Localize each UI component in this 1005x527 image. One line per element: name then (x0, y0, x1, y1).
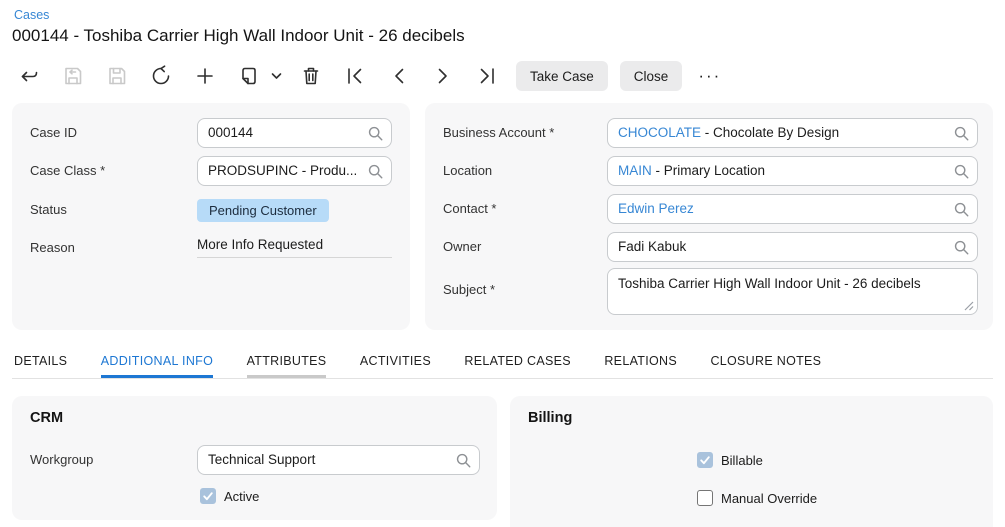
back-button[interactable] (12, 59, 46, 93)
case-class-value: PRODSUPINC - Produ... (208, 163, 358, 178)
next-record-button[interactable] (426, 59, 460, 93)
cases-screen: Cases 000144 - Toshiba Carrier High Wall… (0, 0, 1005, 527)
undo-icon (149, 64, 173, 88)
billable-checkbox[interactable] (697, 452, 713, 468)
case-class-label: Case Class * (30, 163, 106, 178)
copy-paste-dropdown-button[interactable] (268, 59, 284, 93)
chevron-left-icon (387, 64, 411, 88)
checkmark-icon (203, 492, 213, 501)
reason-label: Reason (30, 240, 75, 255)
save-and-close-icon (61, 64, 85, 88)
chevron-down-icon (271, 72, 282, 80)
business-account-label: Business Account * (443, 125, 555, 140)
first-record-icon (343, 64, 367, 88)
active-checkbox-label: Active (224, 488, 260, 504)
business-account-field[interactable]: CHOCOLATE - Chocolate By Design (607, 118, 978, 148)
tab-details[interactable]: DETAILS (14, 346, 67, 379)
save-icon (105, 64, 129, 88)
search-icon[interactable] (953, 201, 970, 218)
crm-section-panel: CRM Workgroup Technical Support Active (12, 396, 497, 520)
manual-override-checkbox[interactable] (697, 490, 713, 506)
case-class-field[interactable]: PRODSUPINC - Produ... (197, 156, 392, 186)
location-text: - Primary Location (651, 163, 766, 178)
take-case-button[interactable]: Take Case (516, 61, 608, 91)
case-id-label: Case ID (30, 125, 77, 140)
location-field[interactable]: MAIN - Primary Location (607, 156, 978, 186)
business-account-link[interactable]: CHOCOLATE (618, 125, 701, 140)
status-label: Status (30, 202, 67, 217)
owner-label: Owner (443, 239, 482, 254)
crm-section-title: CRM (30, 410, 64, 426)
case-id-field[interactable]: 000144 (197, 118, 392, 148)
search-icon[interactable] (367, 163, 384, 180)
owner-field[interactable]: Fadi Kabuk (607, 232, 978, 262)
delete-button[interactable] (294, 59, 328, 93)
checkmark-icon (700, 456, 710, 465)
search-icon[interactable] (953, 163, 970, 180)
undo-button[interactable] (144, 59, 178, 93)
search-icon[interactable] (953, 125, 970, 142)
manual-override-checkbox-row[interactable]: Manual Override (697, 490, 817, 506)
location-link[interactable]: MAIN (618, 163, 652, 178)
breadcrumb-cases-link[interactable]: Cases (14, 8, 49, 22)
case-id-value: 000144 (208, 125, 254, 140)
trash-icon (299, 64, 323, 88)
clipboard-icon (237, 64, 261, 88)
back-arrow-icon (17, 64, 41, 88)
contact-field[interactable]: Edwin Perez (607, 194, 978, 224)
page-title: 000144 - Toshiba Carrier High Wall Indoo… (12, 26, 465, 45)
billable-checkbox-row[interactable]: Billable (697, 452, 763, 468)
plus-icon (193, 64, 217, 88)
location-label: Location (443, 163, 493, 178)
tab-bar-divider (12, 378, 993, 379)
add-button[interactable] (188, 59, 222, 93)
workgroup-label: Workgroup (30, 452, 94, 467)
active-checkbox-row[interactable]: Active (200, 488, 259, 504)
owner-text: Fadi Kabuk (618, 239, 687, 254)
previous-record-button[interactable] (382, 59, 416, 93)
tab-related-cases[interactable]: RELATED CASES (464, 346, 570, 379)
billing-section-panel: Billing Billable Manual Override (510, 396, 993, 527)
status-badge: Pending Customer (197, 199, 329, 222)
subject-field[interactable]: Toshiba Carrier High Wall Indoor Unit - … (607, 268, 978, 315)
search-icon[interactable] (455, 452, 472, 469)
resize-grip-icon[interactable] (963, 300, 974, 311)
reason-value[interactable]: More Info Requested (197, 237, 392, 258)
workgroup-field[interactable]: Technical Support (197, 445, 480, 475)
save-button[interactable] (100, 59, 134, 93)
tab-additional-info[interactable]: ADDITIONAL INFO (101, 346, 213, 379)
last-record-button[interactable] (470, 59, 504, 93)
billable-checkbox-label: Billable (721, 452, 763, 468)
contact-label: Contact * (443, 201, 497, 216)
first-record-button[interactable] (338, 59, 372, 93)
tab-bar: DETAILS ADDITIONAL INFO ATTRIBUTES ACTIV… (0, 346, 1005, 379)
tab-closure-notes[interactable]: CLOSURE NOTES (710, 346, 821, 379)
contact-link[interactable]: Edwin Perez (618, 201, 694, 216)
tab-relations[interactable]: RELATIONS (604, 346, 677, 379)
close-button[interactable]: Close (619, 61, 683, 91)
chevron-right-icon (431, 64, 455, 88)
subject-value: Toshiba Carrier High Wall Indoor Unit - … (618, 276, 921, 291)
toolbar: Take Case Close ··· (12, 59, 731, 93)
tab-activities[interactable]: ACTIVITIES (360, 346, 431, 379)
business-account-text: - Chocolate By Design (701, 125, 840, 140)
search-icon[interactable] (367, 125, 384, 142)
more-button[interactable]: ··· (688, 66, 731, 86)
copy-paste-button[interactable] (232, 59, 266, 93)
tab-attributes[interactable]: ATTRIBUTES (247, 346, 327, 379)
subject-label: Subject * (443, 282, 496, 297)
case-summary-right-panel: Business Account * CHOCOLATE - Chocolate… (425, 103, 993, 330)
search-icon[interactable] (953, 239, 970, 256)
billing-section-title: Billing (528, 410, 573, 426)
case-summary-left-panel: Case ID 000144 Case Class * PRODSUPINC -… (12, 103, 410, 330)
last-record-icon (475, 64, 499, 88)
save-and-close-button[interactable] (56, 59, 90, 93)
active-checkbox[interactable] (200, 488, 216, 504)
manual-override-checkbox-label: Manual Override (721, 490, 818, 506)
workgroup-value: Technical Support (208, 452, 316, 467)
